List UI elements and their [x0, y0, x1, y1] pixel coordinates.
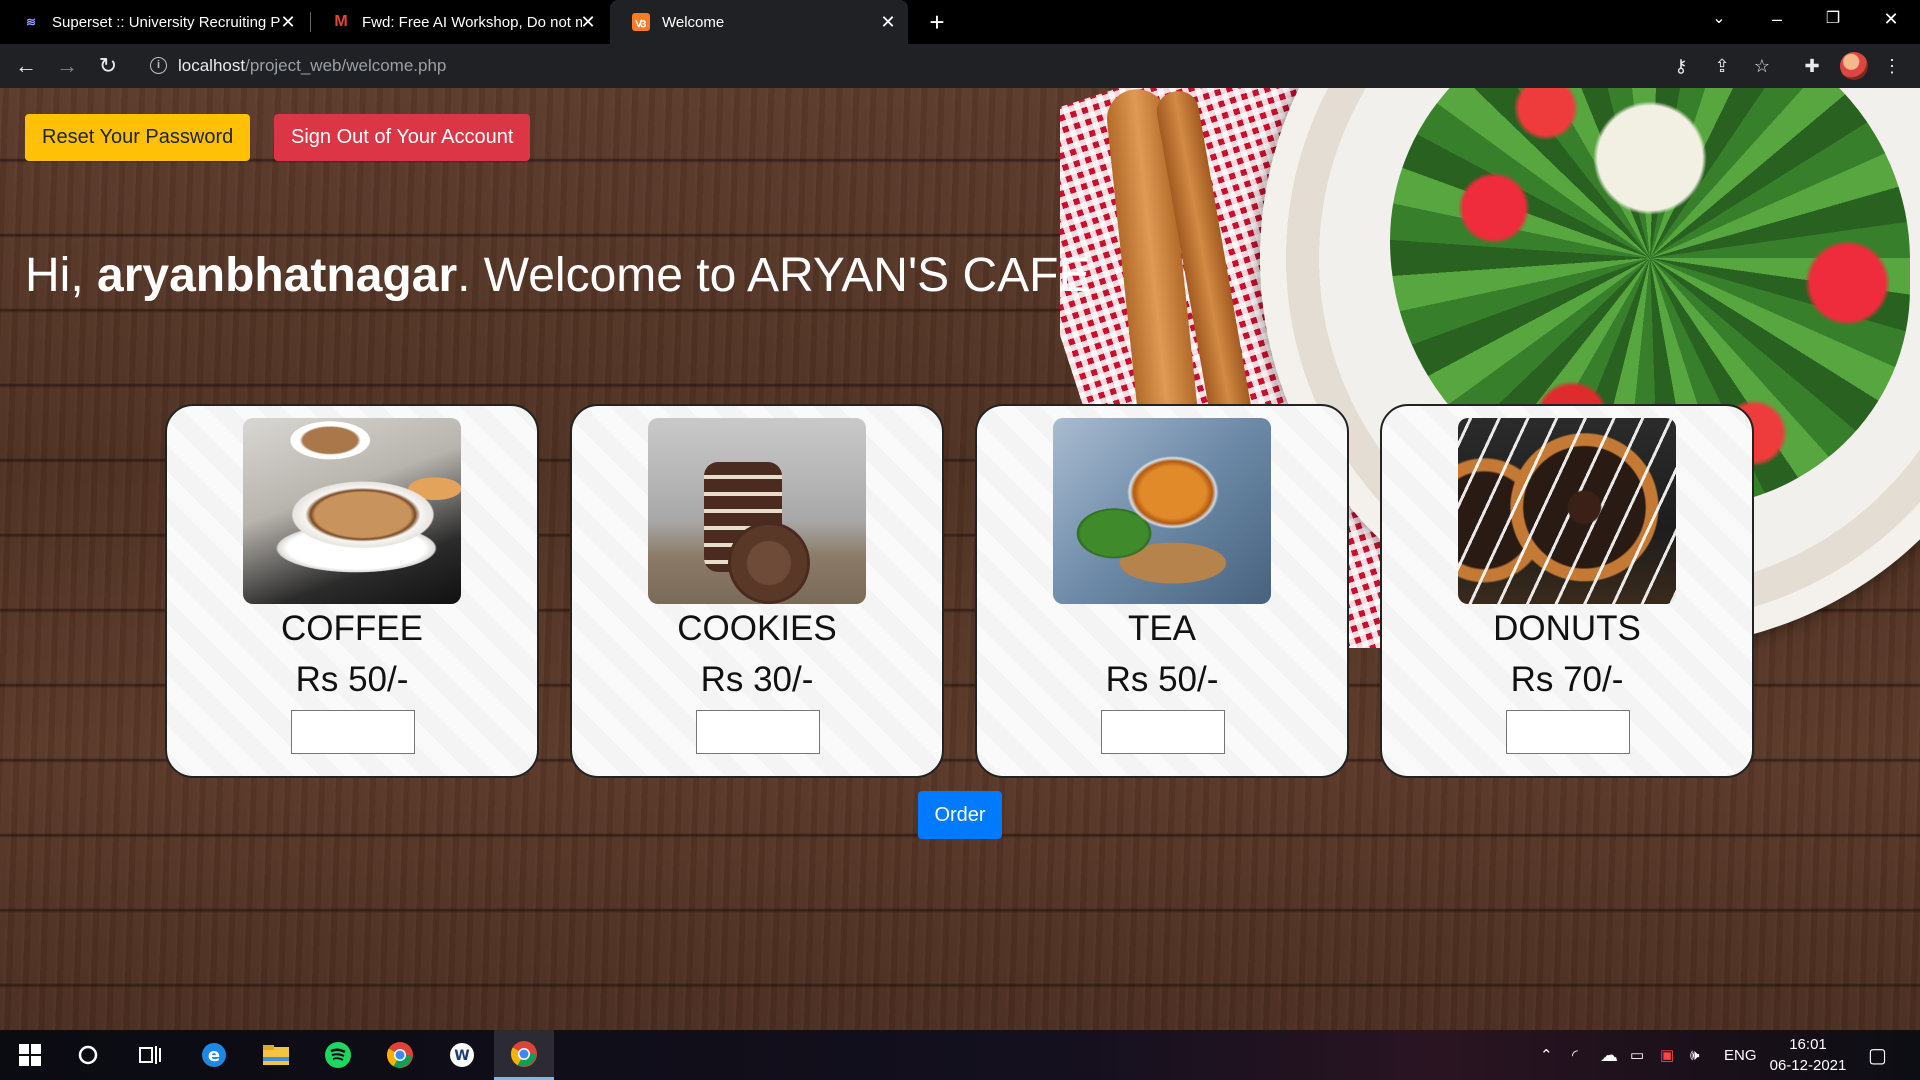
security-icon[interactable]: ▣	[1660, 1030, 1674, 1080]
show-hidden-icons[interactable]: ⌃	[1540, 1030, 1553, 1080]
reset-password-button[interactable]: Reset Your Password	[25, 114, 251, 161]
cookies-image	[648, 418, 866, 604]
donuts-image	[1458, 418, 1676, 604]
greeting-prefix: Hi,	[25, 249, 97, 302]
item-name: TEA	[1127, 609, 1197, 648]
wifi-icon[interactable]: ◜	[1572, 1030, 1578, 1080]
window-close-icon[interactable]: ✕	[1866, 0, 1916, 40]
chrome-icon[interactable]	[372, 1030, 428, 1080]
page-viewport: Reset Your Password Sign Out of Your Acc…	[0, 88, 1920, 1030]
tab-title: Fwd: Free AI Workshop, Do not m	[362, 13, 582, 31]
menu-card-coffee: COFFEE Rs 50/-	[165, 404, 539, 778]
url-path: /project_web/welcome.php	[245, 56, 447, 75]
tea-image	[1053, 418, 1271, 604]
new-tab-button[interactable]: +	[922, 7, 952, 37]
back-icon[interactable]: ←	[12, 52, 40, 80]
volume-icon[interactable]: 🕪	[1690, 1030, 1699, 1080]
extensions-icon[interactable]: ✚	[1800, 54, 1824, 78]
windows-taskbar: e W ⌃ ◜ ☁ ▭ ▣ 🕪 ENG 16:01 06-12-2021 ▢	[0, 1030, 1920, 1080]
tab-gmail[interactable]: M Fwd: Free AI Workshop, Do not m ✕	[310, 0, 608, 44]
menu-icon[interactable]: ⋮	[1880, 54, 1904, 78]
chrome-active-icon[interactable]	[494, 1030, 554, 1080]
tab-title: Superset :: University Recruiting P	[52, 13, 280, 31]
tab-superset[interactable]: ≋ Superset :: University Recruiting P ✕	[0, 0, 308, 44]
item-name: COOKIES	[677, 609, 837, 648]
clock-date: 06-12-2021	[1769, 1057, 1847, 1074]
item-price: Rs 50/-	[295, 660, 409, 699]
gmail-icon: M	[334, 13, 348, 30]
item-name: DONUTS	[1493, 609, 1641, 648]
key-icon[interactable]: ⚷	[1669, 54, 1693, 78]
superset-icon: ≋	[25, 15, 37, 29]
greeting-suffix: . Welcome to ARYAN'S CAFE.	[457, 249, 1104, 302]
xampp-icon: ꟃ	[632, 13, 650, 31]
item-name: COFFEE	[281, 609, 423, 648]
tab-search-icon[interactable]: ⌄	[1694, 0, 1744, 40]
app-icon[interactable]: W	[434, 1030, 490, 1080]
address-bar[interactable]: i localhost/project_web/welcome.php	[138, 48, 1693, 84]
site-info-icon[interactable]: i	[150, 57, 167, 74]
menu-card-donuts: DONUTS Rs 70/-	[1380, 404, 1754, 778]
edge-icon[interactable]: e	[186, 1030, 242, 1080]
windows-start-icon[interactable]	[2, 1030, 58, 1080]
restore-icon[interactable]: ❐	[1808, 0, 1858, 40]
battery-icon[interactable]: ▭	[1630, 1030, 1644, 1080]
profile-avatar[interactable]	[1840, 52, 1868, 80]
tab-title: Welcome	[662, 13, 725, 31]
svg-text:e: e	[208, 1045, 220, 1066]
welcome-heading: Hi, aryanbhatnagar. Welcome to ARYAN'S C…	[25, 248, 1104, 303]
close-icon[interactable]: ✕	[878, 12, 898, 32]
notifications-icon[interactable]: ▢	[1868, 1030, 1887, 1080]
svg-text:W: W	[454, 1048, 469, 1064]
donuts-quantity-input[interactable]	[1506, 710, 1630, 754]
forward-icon[interactable]: →	[53, 52, 81, 80]
share-icon[interactable]: ⇪	[1710, 54, 1734, 78]
close-icon[interactable]: ✕	[278, 12, 298, 32]
reload-icon[interactable]: ↻	[94, 52, 122, 80]
item-price: Rs 50/-	[1105, 660, 1219, 699]
bookmark-star-icon[interactable]: ☆	[1750, 54, 1774, 78]
task-view-icon[interactable]	[122, 1030, 178, 1080]
spotify-icon[interactable]	[310, 1030, 366, 1080]
item-price: Rs 70/-	[1510, 660, 1624, 699]
coffee-quantity-input[interactable]	[291, 710, 415, 754]
coffee-image	[243, 418, 461, 604]
cookies-quantity-input[interactable]	[696, 710, 820, 754]
item-price: Rs 30/-	[700, 660, 814, 699]
tea-quantity-input[interactable]	[1101, 710, 1225, 754]
browser-tab-strip: ≋ Superset :: University Recruiting P ✕ …	[0, 0, 1920, 44]
order-button[interactable]: Order	[918, 791, 1002, 839]
clock-time: 16:01	[1789, 1036, 1827, 1053]
minimize-icon[interactable]: –	[1752, 0, 1802, 40]
menu-card-cookies: COOKIES Rs 30/-	[570, 404, 944, 778]
sign-out-button[interactable]: Sign Out of Your Account	[274, 114, 531, 161]
url-text[interactable]: localhost/project_web/welcome.php	[178, 56, 446, 76]
menu-card-tea: TEA Rs 50/-	[975, 404, 1349, 778]
cookie	[728, 522, 810, 604]
file-explorer-icon[interactable]	[248, 1030, 304, 1080]
close-icon[interactable]: ✕	[578, 12, 598, 32]
system-clock[interactable]: 16:01 06-12-2021	[1768, 1034, 1848, 1076]
onedrive-icon[interactable]: ☁	[1600, 1030, 1618, 1080]
search-icon[interactable]	[60, 1030, 116, 1080]
language-indicator[interactable]: ENG	[1724, 1030, 1757, 1080]
browser-toolbar: ← → ↻ i localhost/project_web/welcome.ph…	[0, 44, 1920, 88]
tab-welcome[interactable]: ꟃ Welcome ✕	[610, 0, 908, 44]
username: aryanbhatnagar	[97, 249, 458, 302]
url-host: localhost	[178, 56, 246, 75]
